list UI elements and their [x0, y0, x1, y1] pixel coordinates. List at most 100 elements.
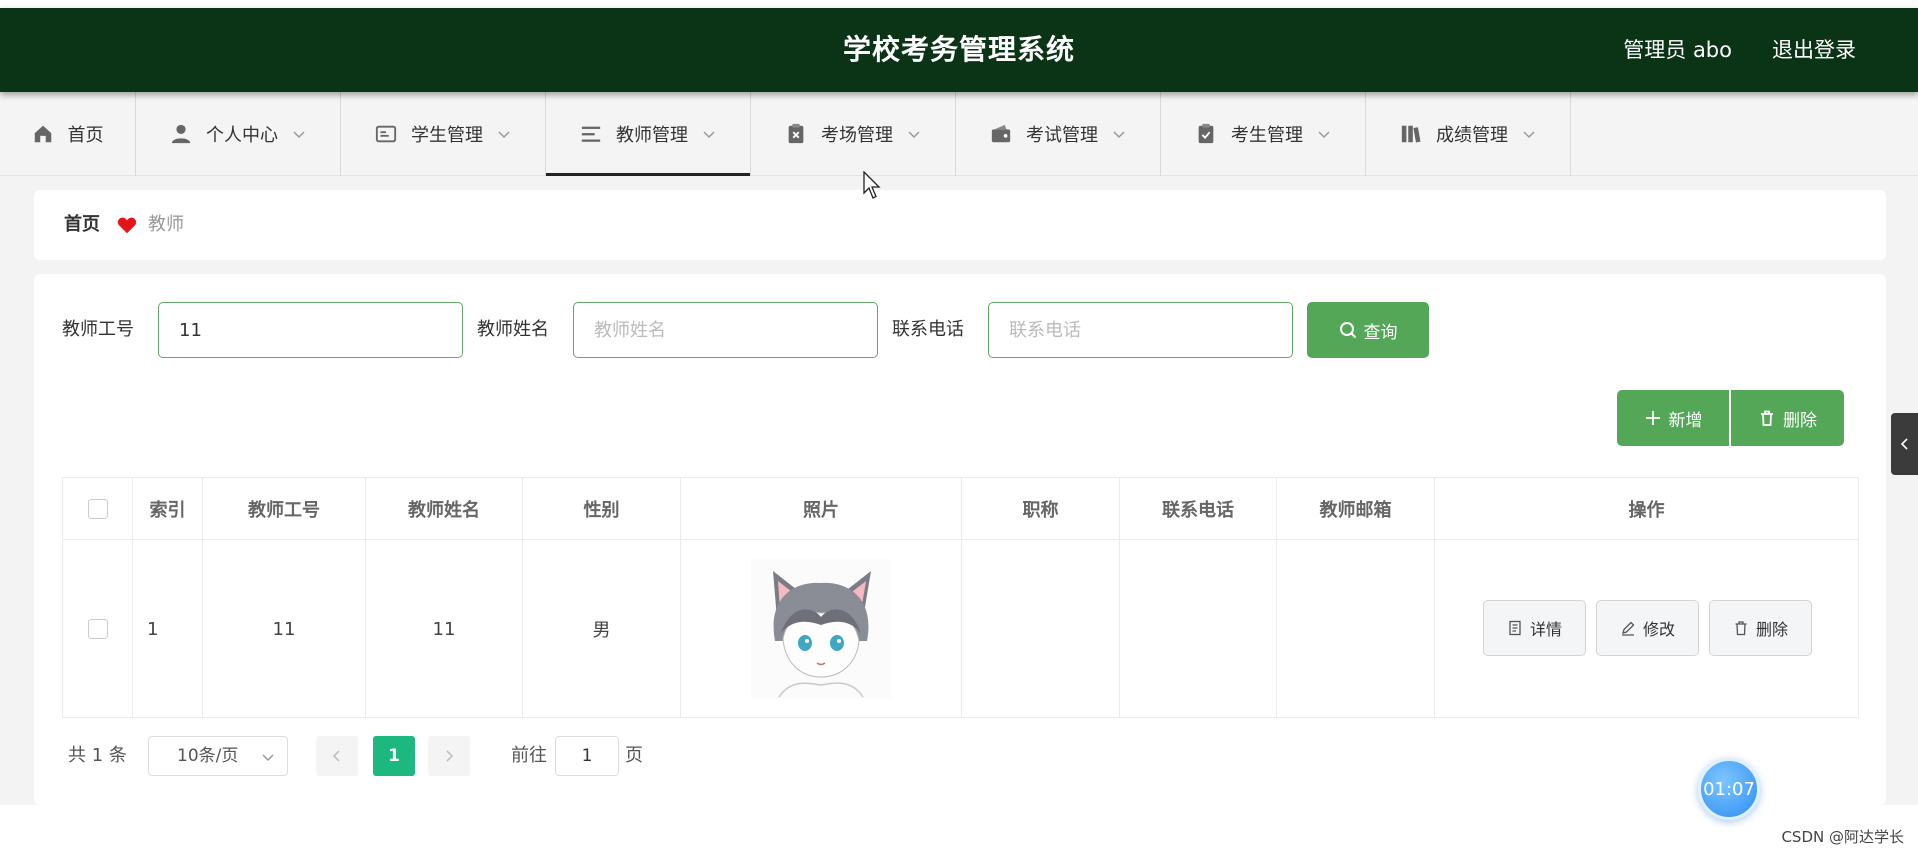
nav-students[interactable]: 学生管理 [341, 92, 546, 176]
col-actions: 操作 [1628, 499, 1665, 521]
cell-phone [1120, 540, 1277, 718]
chevron-left-icon [1900, 438, 1908, 450]
cell-gender: 男 [523, 540, 681, 718]
plus-icon [1645, 411, 1660, 425]
mouse-cursor-icon [863, 171, 881, 199]
current-page-button[interactable]: 1 [373, 736, 415, 776]
col-index: 索引 [133, 478, 203, 539]
col-email: 教师邮箱 [1277, 478, 1435, 539]
nav-teachers-label: 教师管理 [616, 125, 688, 146]
chevron-down-icon [262, 754, 274, 762]
goto-label: 前往 [511, 745, 547, 766]
add-button[interactable]: 新增 [1617, 390, 1729, 446]
chevron-right-icon [446, 750, 454, 762]
teacher-name-input[interactable] [573, 302, 878, 358]
batch-delete-button[interactable]: 删除 [1731, 390, 1844, 446]
nav-exams[interactable]: 考试管理 [956, 92, 1161, 176]
delete-button-label: 删除 [1755, 620, 1788, 639]
prev-page-button[interactable] [316, 736, 358, 776]
top-border [0, 0, 1918, 8]
nav-home[interactable]: 首页 [0, 92, 136, 176]
query-button-label: 查询 [1363, 322, 1398, 343]
col-phone: 联系电话 [1120, 478, 1277, 539]
phone-input[interactable] [988, 302, 1293, 358]
chevron-down-icon [1523, 131, 1535, 139]
col-teacher-id: 教师工号 [203, 478, 366, 539]
edit-button-label: 修改 [1642, 620, 1675, 639]
col-title: 职称 [962, 478, 1120, 539]
document-icon [1509, 620, 1521, 636]
app-header: 学校考务管理系统 管理员 abo 退出登录 [0, 8, 1918, 92]
page-suffix: 页 [625, 745, 643, 766]
batch-delete-button-label: 删除 [1783, 410, 1817, 431]
chevron-down-icon [1113, 131, 1125, 139]
chevron-down-icon [908, 131, 920, 139]
clipboard-x-icon [788, 123, 804, 144]
user-icon [171, 124, 191, 144]
teacher-photo[interactable] [751, 559, 891, 699]
col-teacher-name: 教师姓名 [366, 478, 523, 539]
pagination-total: 共 1 条 [68, 745, 127, 766]
nav-personal-label: 个人中心 [206, 125, 278, 146]
page-size-select[interactable]: 10条/页 [148, 736, 288, 776]
chevron-down-icon [1318, 131, 1330, 139]
breadcrumb-home[interactable]: 首页 [64, 190, 100, 260]
breadcrumb-current: 教师 [148, 214, 184, 235]
nav-exam-rooms-label: 考场管理 [821, 125, 893, 146]
heart-icon [117, 217, 137, 234]
cell-photo [681, 540, 962, 718]
delete-button[interactable]: 删除 [1709, 600, 1812, 656]
add-button-label: 新增 [1668, 410, 1703, 431]
detail-button[interactable]: 详情 [1483, 600, 1586, 656]
phone-label: 联系电话 [892, 319, 964, 340]
nav-home-label: 首页 [67, 125, 104, 146]
breadcrumb: 首页 教师 [34, 190, 1886, 260]
chevron-down-icon [293, 131, 305, 139]
teacher-name-label: 教师姓名 [477, 319, 549, 340]
teacher-id-input[interactable] [158, 302, 463, 358]
page-bottom [0, 805, 1918, 855]
cell-email [1277, 540, 1435, 718]
recording-timer: 01:07 [1698, 758, 1760, 820]
table-row: 1 11 11 男 [63, 540, 1858, 718]
teacher-table: 索引 教师工号 教师姓名 性别 照片 职称 联系电话 教师邮箱 操作 1 11 … [62, 477, 1859, 718]
row-checkbox[interactable] [87, 619, 108, 639]
books-icon [1401, 125, 1421, 143]
page-size-value: 10条/页 [177, 746, 239, 766]
main-nav: 首页 个人中心 学生管理 教师管理 考场管理 考试管理 考生管理 成绩管理 [0, 92, 1918, 176]
side-collapse-tab[interactable] [1891, 413, 1918, 475]
goto-page-input[interactable] [555, 736, 619, 776]
row-select-cell [63, 540, 133, 718]
trash-icon [1735, 621, 1747, 636]
clipboard-check-icon [1198, 123, 1214, 144]
home-icon [34, 125, 51, 143]
cell-teacher-id: 11 [203, 540, 366, 718]
nav-examinees-label: 考生管理 [1231, 125, 1303, 146]
cell-teacher-name: 11 [366, 540, 523, 718]
col-gender: 性别 [523, 478, 681, 539]
watermark: CSDN @阿达学长 [1781, 828, 1904, 846]
query-button[interactable]: 查询 [1307, 302, 1429, 358]
edit-button[interactable]: 修改 [1596, 600, 1699, 656]
teacher-id-label: 教师工号 [62, 319, 134, 340]
header-select-cell [63, 478, 133, 539]
logout-link[interactable]: 退出登录 [1772, 8, 1856, 92]
trash-icon [1761, 410, 1773, 426]
next-page-button[interactable] [428, 736, 470, 776]
id-card-icon [375, 125, 397, 143]
nav-examinees[interactable]: 考生管理 [1161, 92, 1366, 176]
nav-scores-label: 成绩管理 [1436, 125, 1508, 146]
select-all-checkbox[interactable] [87, 498, 108, 519]
current-user: 管理员 abo [1623, 38, 1732, 62]
list-icon [581, 126, 601, 142]
table-header-row: 索引 教师工号 教师姓名 性别 照片 职称 联系电话 教师邮箱 操作 [63, 478, 1858, 540]
pencil-icon [1621, 621, 1635, 636]
nav-exams-label: 考试管理 [1026, 125, 1098, 146]
nav-students-label: 学生管理 [411, 125, 483, 146]
nav-teachers[interactable]: 教师管理 [546, 92, 751, 176]
chevron-down-icon [703, 131, 715, 139]
detail-button-label: 详情 [1529, 620, 1562, 639]
nav-exam-rooms[interactable]: 考场管理 [751, 92, 956, 176]
nav-scores[interactable]: 成绩管理 [1366, 92, 1571, 176]
nav-personal[interactable]: 个人中心 [136, 92, 341, 176]
